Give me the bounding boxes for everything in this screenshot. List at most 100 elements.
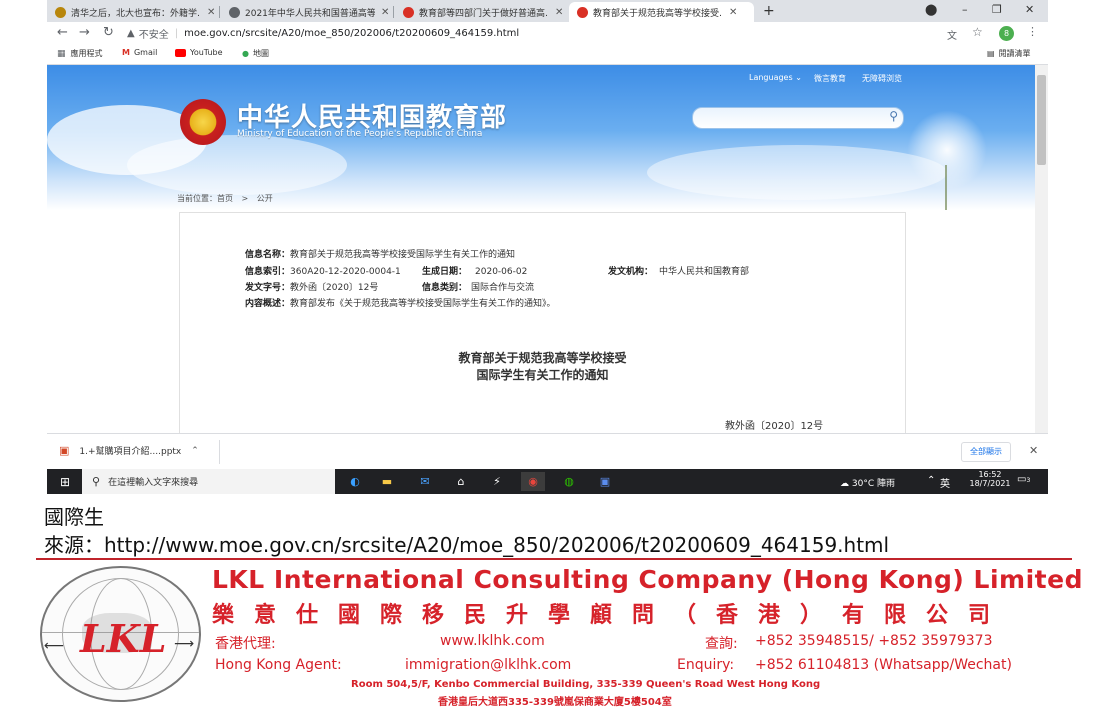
minimize-icon[interactable]: – <box>962 3 968 16</box>
forward-icon[interactable]: → <box>79 25 90 40</box>
meta-index-row: 信息索引：360A20-12-2020-0004-1 <box>245 267 401 277</box>
accessibility-link[interactable]: 无障碍浏览 <box>862 73 902 84</box>
bookmarks-bar: ▦ 應用程式 M Gmail YouTube ● 地圖 ▤ 閱讀清單 <box>47 44 1048 65</box>
show-all-downloads-button[interactable]: 全部顯示 <box>961 442 1011 462</box>
apps-grid-icon: ▦ <box>57 48 66 59</box>
tab-2[interactable]: 2021年中华人民共和国普通高等… ✕ <box>221 2 391 22</box>
meta-agency-row: 发文机构： 中华人民共和国教育部 <box>608 267 750 277</box>
tab-1[interactable]: 清华之后，北大也宣布：外籍学… ✕ <box>47 2 217 22</box>
reload-icon[interactable]: ↻ <box>103 25 114 40</box>
close-download-bar-icon[interactable]: ✕ <box>1029 444 1038 457</box>
scrollbar-thumb[interactable] <box>1037 75 1046 165</box>
bookmark-youtube[interactable]: YouTube <box>175 48 223 57</box>
agent-en-label: Hong Kong Agent: <box>215 657 342 673</box>
site-header-banner: 中华人民共和国教育部 Ministry of Education of the … <box>47 65 1035 210</box>
email-link[interactable]: immigration@lklhk.com <box>405 657 571 673</box>
mail-icon[interactable]: ✉ <box>413 472 437 491</box>
clock[interactable]: 16:52 18/7/2021 <box>969 470 1011 488</box>
tab-4-active[interactable]: 教育部关于规范我高等学校接受… ✕ <box>569 2 754 22</box>
tray-expand-icon[interactable]: ⌃ <box>927 475 935 486</box>
lkl-globe-logo: LKL ⟵ ⟶ <box>40 566 201 702</box>
security-label: 不安全 <box>138 29 169 41</box>
document-panel: 信息名称：教育部关于规范我高等学校接受国际学生有关工作的通知 信息索引：360A… <box>179 212 906 433</box>
close-tab-icon[interactable]: ✕ <box>381 7 389 18</box>
site-subtitle: Ministry of Education of the People's Re… <box>237 129 483 139</box>
address-zh: 香港皇后大道西335-339號嵐保商業大廈5樓504室 <box>438 697 672 708</box>
warning-icon: ▲ <box>127 27 135 39</box>
phone-numbers: +852 35948515/ +852 35979373 <box>755 633 993 649</box>
notification-icon[interactable]: ▭3 <box>1017 474 1030 485</box>
agent-zh-label: 香港代理: <box>215 636 276 652</box>
chevron-up-icon[interactable]: ⌃ <box>191 446 199 456</box>
globe-icon <box>229 6 240 18</box>
cloud-decoration <box>647 145 947 200</box>
website-link[interactable]: www.lklhk.com <box>440 633 545 649</box>
moe-favicon-icon <box>577 6 588 18</box>
edge-icon[interactable]: ◐ <box>343 472 367 491</box>
map-pin-icon: ● <box>242 49 249 58</box>
download-bar: ▣ 1.+幫購項目介紹....pptx ⌃ 全部顯示 ✕ <box>47 433 1048 470</box>
cloud-decoration <box>127 135 347 195</box>
ime-indicator[interactable]: 英 <box>940 475 950 490</box>
close-tab-icon[interactable]: ✕ <box>555 7 563 18</box>
menu-kebab-icon[interactable]: ⋮ <box>1027 25 1038 38</box>
tab-3[interactable]: 教育部等四部门关于做好普通高… ✕ <box>395 2 565 22</box>
breadcrumb-home[interactable]: 当前位置：首页 <box>177 194 233 203</box>
back-icon[interactable]: ← <box>57 25 68 40</box>
national-emblem-icon[interactable] <box>180 99 226 145</box>
chrome-icon[interactable]: ◉ <box>521 472 545 491</box>
bookmark-maps[interactable]: ● 地圖 <box>242 48 269 59</box>
close-tab-icon[interactable]: ✕ <box>729 7 737 18</box>
weixin-link[interactable]: 微言教育 <box>814 73 846 84</box>
tab-favicon-icon <box>55 6 66 18</box>
document-heading-line2: 国际学生有关工作的通知 <box>476 368 609 382</box>
search-icon: ⚲ <box>92 475 101 488</box>
bookmark-apps[interactable]: ▦ 應用程式 <box>57 48 103 59</box>
bookmark-star-icon[interactable]: ☆ <box>972 25 983 39</box>
site-search-input[interactable]: ⚲ <box>692 107 904 129</box>
profile-avatar[interactable]: 8 <box>999 26 1014 41</box>
footer-divider <box>36 558 1072 560</box>
meta-category-row: 信息类别： 国际合作与交流 <box>422 283 535 293</box>
app-icon[interactable]: ⚡ <box>485 472 509 491</box>
store-icon[interactable]: ⌂ <box>449 472 473 491</box>
close-tab-icon[interactable]: ✕ <box>207 7 215 18</box>
whatsapp-number: +852 61104813 (Whatsapp/Wechat) <box>755 657 1012 673</box>
windows-taskbar: ⊞ ⚲ 在這裡輸入文字來搜尋 ◐ ▬ ✉ ⌂ ⚡ ◉ ◍ ▣ ☁ 30°C 陣雨… <box>47 469 1048 494</box>
reading-list[interactable]: ▤ 閱讀清單 <box>987 48 1031 59</box>
file-explorer-icon[interactable]: ▬ <box>375 472 399 491</box>
breadcrumb: 当前位置：首页 > 公开 <box>177 193 273 204</box>
tab-divider <box>219 6 220 18</box>
dandelion-decoration <box>907 110 987 190</box>
languages-link[interactable]: Languages ⌄ <box>749 73 802 82</box>
windows-start-icon[interactable]: ⊞ <box>53 472 77 491</box>
address-en: Room 504,5/F, Kenbo Commercial Building,… <box>351 679 821 690</box>
lkl-logo-text: LKL <box>80 616 167 661</box>
document-heading-line1: 教育部关于规范我高等学校接受 <box>458 351 627 365</box>
close-window-icon[interactable]: ✕ <box>1025 3 1034 16</box>
youtube-icon <box>175 48 186 57</box>
bookmark-gmail[interactable]: M Gmail <box>122 48 157 57</box>
taskbar-search-input[interactable]: ⚲ 在這裡輸入文字來搜尋 <box>82 469 335 494</box>
download-item[interactable]: ▣ 1.+幫購項目介紹....pptx ⌃ <box>59 444 209 457</box>
arrow-left-icon: ⟵ <box>44 638 65 654</box>
email-client-icon[interactable]: ▣ <box>593 472 617 491</box>
search-icon[interactable]: ⚲ <box>889 109 898 123</box>
source-url-link[interactable]: http://www.moe.gov.cn/srcsite/A20/moe_85… <box>104 533 889 557</box>
tab-divider <box>393 6 394 18</box>
gmail-icon: M <box>122 48 130 57</box>
translate-icon[interactable]: 文 <box>947 27 957 42</box>
arrow-right-icon: ⟶ <box>174 636 195 652</box>
restore-icon[interactable]: ❐ <box>992 3 1002 16</box>
address-bar[interactable]: ▲ 不安全 | moe.gov.cn/srcsite/A20/moe_850/2… <box>127 24 957 42</box>
meta-docno-row: 发文字号：教外函〔2020〕12号 <box>245 283 379 293</box>
new-tab-button[interactable]: + <box>763 3 775 19</box>
url-text: moe.gov.cn/srcsite/A20/moe_850/202006/t2… <box>184 27 520 39</box>
page-scrollbar[interactable] <box>1035 65 1048 433</box>
tab-search-icon[interactable]: ⬤ <box>925 3 937 16</box>
weather-widget[interactable]: ☁ 30°C 陣雨 <box>840 476 895 489</box>
caption-source: 來源：http://www.moe.gov.cn/srcsite/A20/moe… <box>44 533 890 557</box>
breadcrumb-public[interactable]: 公开 <box>257 194 273 203</box>
cloud-icon: ☁ <box>840 479 849 489</box>
wechat-icon[interactable]: ◍ <box>557 472 581 491</box>
